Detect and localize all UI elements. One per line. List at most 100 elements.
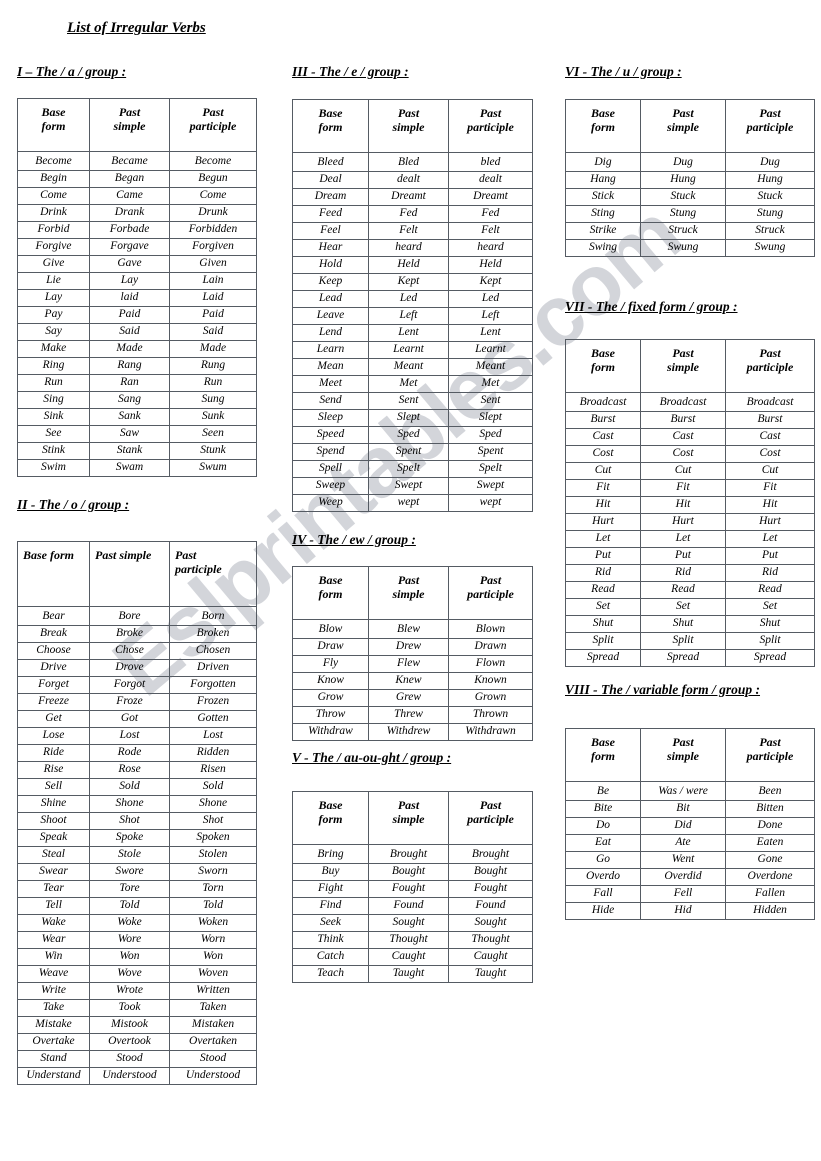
table-row: Dream Dreamt Dreamt [292,187,533,206]
table-row: Weep wept wept [292,493,533,512]
table-row: Cut Cut Cut [565,461,815,480]
cell-past-simple: Began [89,169,170,188]
cell-base-form: Grow [292,688,369,707]
cell-past-participle: Overdone [725,867,815,886]
cell-past-simple: Rose [89,760,170,779]
table-row: Speak Spoke Spoken [17,828,257,847]
column-header-past-simple: Past simple [640,727,726,782]
cell-base-form: Bleed [292,151,369,172]
cell-past-participle: Flown [448,654,533,673]
cell-past-participle: Sought [448,913,533,932]
table-row: Seek Sought Sought [292,913,533,932]
cell-base-form: Lead [292,289,369,308]
cell-past-simple: Shot [89,811,170,830]
cell-base-form: Meet [292,374,369,393]
cell-past-participle: Slept [448,408,533,427]
section-group-variable-form: VIII - The / variable form / group : Bas… [565,680,815,920]
cell-past-simple: Bore [89,605,170,626]
cell-past-simple: Wore [89,930,170,949]
cell-past-simple: Wrote [89,981,170,1000]
cell-base-form: Learn [292,340,369,359]
table-row: Sink Sank Sunk [17,407,257,426]
table-row: Weave Wove Woven [17,964,257,983]
cell-past-simple: Sang [89,390,170,409]
cell-past-participle: Spoken [169,828,257,847]
table-row: Hit Hit Hit [565,495,815,514]
column-header-past-participle: Past participle [169,97,257,152]
cell-base-form: Stand [17,1049,90,1068]
cell-past-participle: Made [169,339,257,358]
cell-past-simple: Brought [368,843,449,864]
cell-past-participle: Spent [448,442,533,461]
cell-past-participle: Born [169,605,257,626]
cell-base-form: Do [565,816,641,835]
cell-base-form: Overtake [17,1032,90,1051]
cell-base-form: Think [292,930,369,949]
cell-base-form: Speed [292,425,369,444]
cell-past-simple: Hurt [640,512,726,531]
cell-past-simple: Sent [368,391,449,410]
table-group-ew: Base form Past simple Past participle Blow B… [292,565,533,741]
table-row: Begin Began Begun [17,169,257,188]
column-header-past-participle: Past participle [725,338,815,393]
cell-base-form: See [17,424,90,443]
cell-base-form: Feel [292,221,369,240]
cell-past-simple: Met [368,374,449,393]
section-heading-group-o: II - The / o / group : [17,497,130,512]
cell-past-participle: Swum [169,458,257,477]
cell-past-simple: Spelt [368,459,449,478]
cell-base-form: Cast [565,427,641,446]
table-row: Fly Flew Flown [292,654,533,673]
table-row: Throw Threw Thrown [292,705,533,724]
table-row: Be Was / were Been [565,780,815,801]
table-row: Hold Held Held [292,255,533,274]
column-header-past-simple: Past simple [368,565,449,620]
table-body: Broadcast Broadcast Broadcast Burst Burst Bur… [565,391,815,667]
table-row: Rise Rose Risen [17,760,257,779]
cell-base-form: Choose [17,641,90,660]
cell-base-form: Forget [17,675,90,694]
cell-base-form: Bite [565,799,641,818]
cell-past-participle: Read [725,580,815,599]
cell-base-form: Swim [17,458,90,477]
table-row: Eat Ate Eaten [565,833,815,852]
table-row: Sing Sang Sung [17,390,257,409]
cell-base-form: Draw [292,637,369,656]
cell-past-simple: Slept [368,408,449,427]
table-row: Spread Spread Spread [565,648,815,667]
cell-base-form: Lose [17,726,90,745]
table-row: Take Took Taken [17,998,257,1017]
cell-past-simple: Spent [368,442,449,461]
cell-past-simple: Spoke [89,828,170,847]
cell-past-participle: Become [169,150,257,171]
cell-past-participle: Drawn [448,637,533,656]
cell-past-participle: Spread [725,648,815,667]
column-header-base-form: Base form [565,98,641,153]
table-row: Teach Taught Taught [292,964,533,983]
cell-past-simple: Stank [89,441,170,460]
cell-past-participle: Woven [169,964,257,983]
column-header-past-simple: Past simple [368,790,449,845]
table-row: Hurt Hurt Hurt [565,512,815,531]
table-row: Become Became Become [17,150,257,171]
cell-past-participle: Won [169,947,257,966]
table-header-row: Base form Past simple Past participle [292,790,533,845]
column-header-base-form: Base formBaseform [17,97,90,152]
cell-past-simple: Held [368,255,449,274]
cell-past-simple: Lost [89,726,170,745]
cell-base-form: Split [565,631,641,650]
cell-past-participle: Stood [169,1049,257,1068]
table-row: Stick Stuck Stuck [565,187,815,206]
cell-past-simple: Learnt [368,340,449,359]
table-row: Burst Burst Burst [565,410,815,429]
cell-past-participle: Cost [725,444,815,463]
cell-past-simple: wept [368,493,449,512]
column-header-past-simple: Past simple [640,338,726,393]
cell-past-participle: Risen [169,760,257,779]
cell-past-simple: Led [368,289,449,308]
cell-base-form: Make [17,339,90,358]
section-heading-group-variable-form: VIII - The / variable form / group : [565,682,761,697]
table-row: Wake Woke Woken [17,913,257,932]
section-heading-group-ew: IV - The / ew / group : [292,532,416,547]
cell-past-simple: Sold [89,777,170,796]
